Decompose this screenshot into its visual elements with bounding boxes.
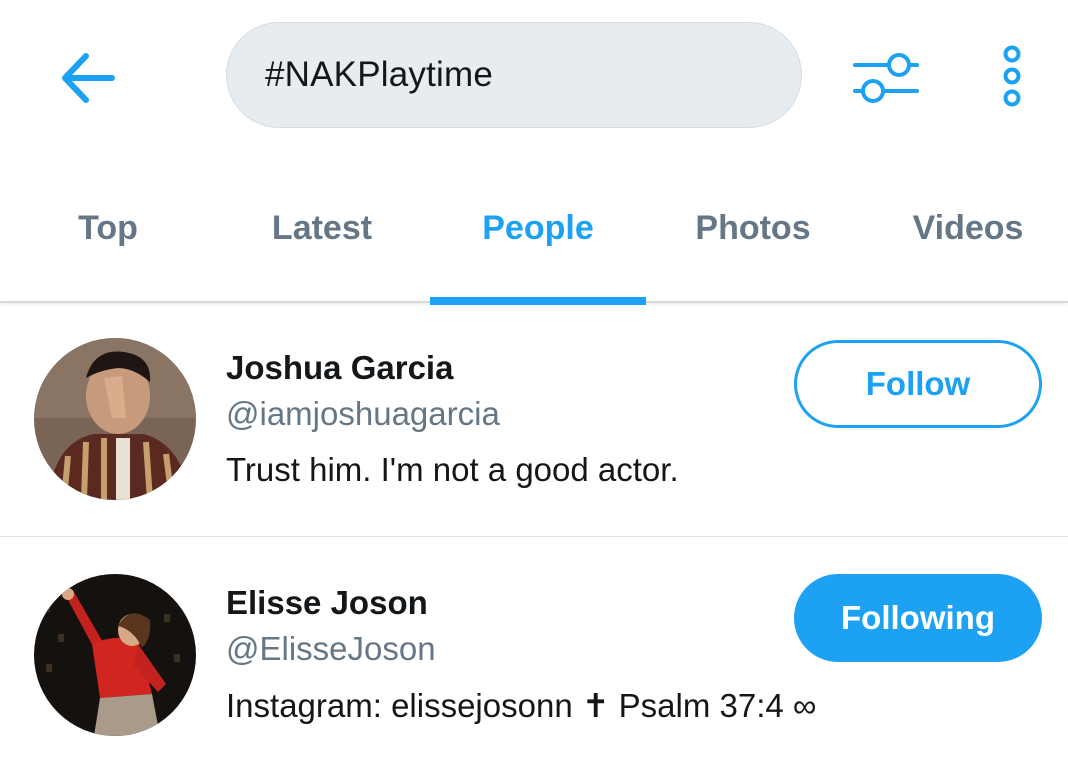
user-name[interactable]: Elisse Joson: [226, 584, 428, 622]
user-list-item[interactable]: Joshua Garcia @iamjoshuagarcia Trust him…: [0, 305, 1068, 537]
user-list-item[interactable]: Elisse Joson @ElisseJoson Instagram: eli…: [0, 538, 1068, 764]
search-tabs: Top Latest People Photos Videos: [0, 160, 1068, 305]
sliders-icon: [851, 48, 921, 113]
tab-latest[interactable]: Latest: [214, 160, 430, 303]
back-button[interactable]: [52, 44, 124, 116]
search-query-text: #NAKPlaytime: [265, 55, 494, 94]
search-input[interactable]: #NAKPlaytime: [226, 22, 802, 128]
user-name[interactable]: Joshua Garcia: [226, 349, 453, 387]
user-handle: @iamjoshuagarcia: [226, 395, 500, 432]
following-button[interactable]: Following: [794, 574, 1042, 662]
search-filter-button[interactable]: [850, 44, 922, 116]
user-bio: Instagram: elissejosonn ✝ Psalm 37:4 ∞: [226, 687, 817, 724]
avatar[interactable]: [34, 338, 196, 500]
top-bar: #NAKPlaytime: [0, 0, 1068, 160]
app: #NAKPlaytime Top Latest People Photos Vi…: [0, 0, 1068, 764]
follow-button[interactable]: Follow: [794, 340, 1042, 428]
tab-videos[interactable]: Videos: [860, 160, 1068, 303]
avatar[interactable]: [34, 574, 196, 736]
tab-photos[interactable]: Photos: [645, 160, 861, 303]
arrow-left-icon: [56, 46, 120, 115]
vertical-dots-icon: [1000, 43, 1024, 114]
user-handle: @ElisseJoson: [226, 630, 436, 667]
tab-top[interactable]: Top: [0, 160, 216, 303]
more-options-button[interactable]: [990, 40, 1034, 116]
user-bio: Trust him. I'm not a good actor.: [226, 451, 679, 488]
tab-people[interactable]: People: [430, 160, 646, 305]
